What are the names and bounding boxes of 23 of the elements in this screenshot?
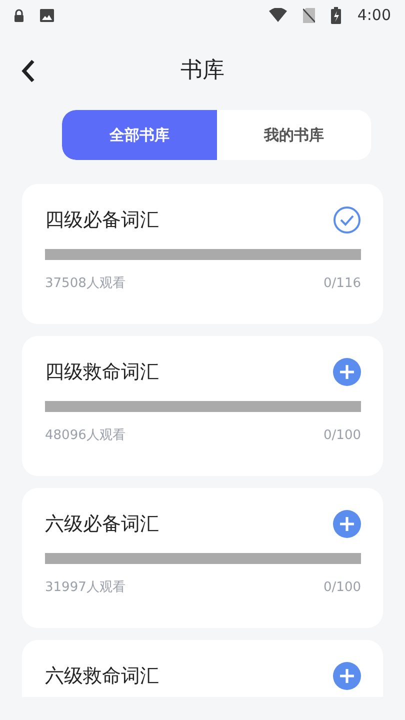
battery-icon xyxy=(331,6,342,24)
lock-icon xyxy=(14,8,24,22)
add-button[interactable] xyxy=(333,510,361,538)
wifi-icon xyxy=(269,8,288,22)
progress-count: 0/116 xyxy=(324,274,361,292)
page-title: 书库 xyxy=(180,56,224,84)
book-title: 六级救命词汇 xyxy=(45,664,159,689)
progress-count: 0/100 xyxy=(324,426,361,444)
book-title: 六级必备词汇 xyxy=(45,512,159,537)
viewer-count: 37508人观看 xyxy=(45,274,126,292)
no-sim-icon xyxy=(303,8,316,22)
tab[interactable]: 全部书库 xyxy=(62,110,216,160)
viewer-count: 48096人观看 xyxy=(45,426,126,444)
image-icon xyxy=(40,8,54,22)
book-title: 四级必备词汇 xyxy=(45,208,159,233)
progress-count: 0/100 xyxy=(324,578,361,596)
check-circle-icon[interactable] xyxy=(333,206,361,234)
viewer-count: 31997人观看 xyxy=(45,578,126,596)
add-button[interactable] xyxy=(333,662,361,690)
book-title: 四级救命词汇 xyxy=(45,360,159,385)
back-button[interactable] xyxy=(20,58,36,84)
clock-time: 4:00 xyxy=(357,4,391,26)
add-button[interactable] xyxy=(333,358,361,386)
